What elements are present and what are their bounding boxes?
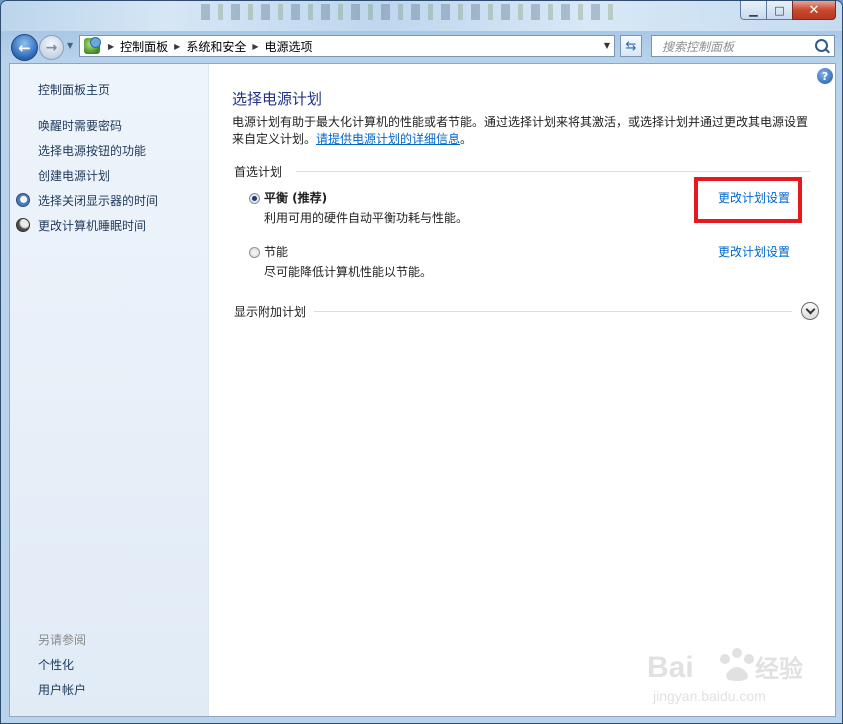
main-panel: 选择电源计划 电源计划有助于最大化计算机的性能或者节能。通过选择计划来将其激活，… xyxy=(232,64,835,716)
sleep-moon-icon xyxy=(16,218,30,232)
watermark-brand-suffix: 经验 xyxy=(755,655,803,683)
recent-pages-dropdown[interactable]: ▼ xyxy=(67,41,73,50)
page-description: 电源计划有助于最大化计算机的性能或者节能。通过选择计划来将其激活，或选择计划并通… xyxy=(232,114,817,148)
plan-info-link[interactable]: 请提供电源计划的详细信息 xyxy=(316,132,460,146)
sidebar-home-link[interactable]: 控制面板主页 xyxy=(38,81,110,98)
show-additional-plans-label[interactable]: 显示附加计划 xyxy=(234,303,306,320)
close-icon: ✕ xyxy=(808,2,820,18)
sidebar-link-user-accounts[interactable]: 用户帐户 xyxy=(38,681,86,698)
plan-balanced-description: 利用可用的硬件自动平衡功耗与性能。 xyxy=(264,211,469,225)
sidebar-link-display-off[interactable]: 选择关闭显示器的时间 xyxy=(38,192,158,209)
plan-balanced-name[interactable]: 平衡 (推荐) xyxy=(264,189,327,206)
back-button[interactable]: ← xyxy=(11,34,38,61)
preferred-divider xyxy=(296,171,810,172)
search-box[interactable] xyxy=(651,35,835,57)
address-dropdown-icon[interactable]: ▼ xyxy=(604,41,610,50)
maximize-button[interactable]: □ xyxy=(766,1,792,20)
refresh-icon: ⇆ xyxy=(625,38,637,54)
navigation-bar: ← → ▼ ▶ 控制面板 ▶ 系统和安全 ▶ 电源选项 ▼ ⇆ xyxy=(1,31,842,63)
page-title: 选择电源计划 xyxy=(232,90,323,108)
close-button[interactable]: ✕ xyxy=(792,1,836,20)
sidebar-link-power-buttons[interactable]: 选择电源按钮的功能 xyxy=(38,142,146,159)
minimize-button[interactable]: ▁ xyxy=(740,1,766,20)
refresh-button[interactable]: ⇆ xyxy=(620,35,642,57)
sidebar-link-personalization[interactable]: 个性化 xyxy=(38,656,74,673)
watermark-brand: Bai xyxy=(647,651,694,684)
chevron-right-icon[interactable]: ▶ xyxy=(108,42,114,51)
breadcrumb-control-panel[interactable]: 控制面板 xyxy=(120,38,168,55)
plan-power-saver-radio[interactable] xyxy=(249,247,260,258)
chevron-down-icon xyxy=(805,304,815,314)
arrow-right-icon: → xyxy=(45,39,58,56)
address-bar[interactable]: ▶ 控制面板 ▶ 系统和安全 ▶ 电源选项 ▼ xyxy=(79,35,615,57)
chevron-right-icon[interactable]: ▶ xyxy=(252,42,258,51)
forward-button[interactable]: → xyxy=(39,35,64,60)
search-icon[interactable] xyxy=(815,39,828,52)
minimize-icon: ▁ xyxy=(749,3,758,17)
watermark-url: jingyan.baidu.com xyxy=(652,688,766,704)
content-area: 控制面板主页 唤醒时需要密码 选择电源按钮的功能 创建电源计划 选择关闭显示器的… xyxy=(9,63,836,717)
plan-balanced-radio[interactable] xyxy=(249,193,260,204)
control-panel-icon xyxy=(84,37,101,54)
preferred-plans-label: 首选计划 xyxy=(234,163,287,180)
see-also-heading: 另请参阅 xyxy=(38,633,87,647)
plan-power-saver-name[interactable]: 节能 xyxy=(264,243,288,260)
change-plan-settings-power-saver[interactable]: 更改计划设置 xyxy=(718,243,790,260)
baidu-watermark: Bai 经验 jingyan.baidu.com xyxy=(647,648,803,704)
baidu-paw-logo xyxy=(720,648,754,681)
expand-additional-plans-button[interactable] xyxy=(801,302,819,320)
power-options-window: ▁ □ ✕ ← → ▼ ▶ 控制面板 ▶ 系统和安全 ▶ 电源选项 ▼ ⇆ 控制… xyxy=(0,0,843,724)
chevron-right-icon[interactable]: ▶ xyxy=(174,42,180,51)
additional-divider xyxy=(314,311,792,312)
window-controls: ▁ □ ✕ xyxy=(740,1,836,21)
arrow-left-icon: ← xyxy=(18,38,31,57)
search-input[interactable] xyxy=(660,37,814,57)
sidebar-link-sleep-time[interactable]: 更改计算机睡眠时间 xyxy=(38,217,146,234)
sidebar-link-create-plan[interactable]: 创建电源计划 xyxy=(38,167,110,184)
highlight-annotation xyxy=(694,177,802,223)
description-suffix: 。 xyxy=(460,132,473,146)
taskbar-reflection xyxy=(201,4,621,20)
task-pane: 控制面板主页 唤醒时需要密码 选择电源按钮的功能 创建电源计划 选择关闭显示器的… xyxy=(10,64,209,716)
breadcrumb-power-options[interactable]: 电源选项 xyxy=(265,38,313,55)
display-clock-icon xyxy=(16,193,30,207)
breadcrumb-system-security[interactable]: 系统和安全 xyxy=(186,38,246,55)
plan-power-saver-description: 尽可能降低计算机性能以节能。 xyxy=(264,265,433,279)
maximize-icon: □ xyxy=(774,3,785,17)
sidebar-link-wake-password[interactable]: 唤醒时需要密码 xyxy=(38,117,122,134)
title-bar[interactable]: ▁ □ ✕ xyxy=(1,1,842,31)
